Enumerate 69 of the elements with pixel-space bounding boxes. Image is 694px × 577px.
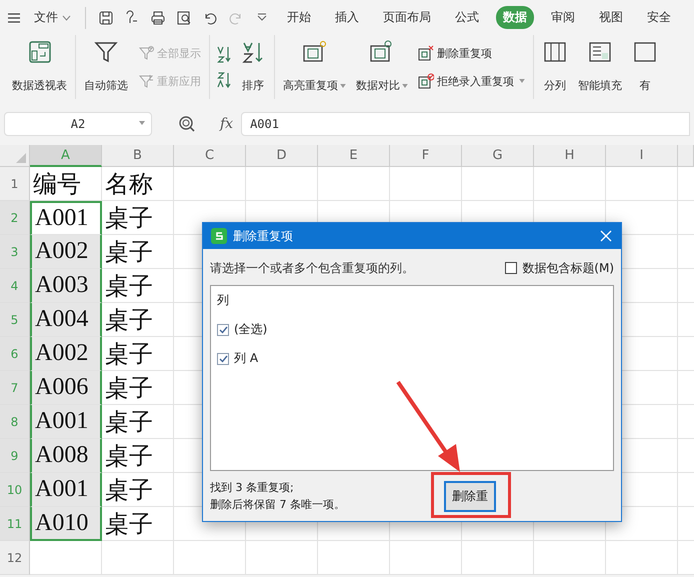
filter-eye-icon [138,45,154,61]
checkmark-icon [218,354,228,362]
table-cell: A003 [30,269,102,303]
sort-ascending-icon[interactable] [216,45,232,63]
list-header: 列 [217,292,230,309]
ribbon-tab[interactable]: 公式 [448,6,486,29]
column-header[interactable]: F [390,145,462,167]
table-cell: A002 [30,235,102,269]
column-header[interactable]: C [174,145,246,167]
ribbon-tab[interactable]: 审阅 [544,6,582,29]
delete-duplicates-button[interactable]: 删除重 [444,480,496,512]
table-cell: A001 [30,201,102,235]
print-preview-icon[interactable] [176,10,192,26]
row-header[interactable]: 12 [0,541,30,575]
app-logo-icon [211,228,227,244]
table-cell: A001 [30,473,102,507]
ribbon-tab[interactable]: 插入 [328,6,366,29]
ribbon-tab[interactable]: 视图 [592,6,630,29]
sort-descending-icon[interactable] [216,71,232,89]
column-header[interactable]: I [606,145,678,167]
corner-triangle-icon [16,153,26,163]
caret-icon[interactable] [402,84,408,88]
table-cell: A008 [30,439,102,473]
save-icon[interactable] [98,10,114,26]
ribbon-button[interactable]: 有 [630,35,660,99]
checkmark-icon [218,326,228,334]
ribbon-button[interactable]: 自动筛选 [82,35,130,99]
ribbon-button[interactable]: 数据透视表 [10,35,69,99]
pivot-table-icon [26,39,52,65]
ribbon-button[interactable]: 拒绝录入重复项 [416,72,527,90]
caret-icon[interactable] [519,79,525,83]
ribbon-tab[interactable]: 安全 [640,6,678,29]
reject-duplicates-icon [418,73,434,89]
ribbon-tab[interactable]: 页面布局 [376,6,438,29]
chevron-icon[interactable] [62,14,71,20]
ribbon-button[interactable]: 删除重复项 [416,44,527,62]
print-icon[interactable] [150,10,166,26]
row-header[interactable]: 1 [0,167,30,201]
delete-duplicates-icon [418,45,434,61]
close-button[interactable] [599,229,613,243]
column-header[interactable]: H [534,145,606,167]
caret-icon[interactable] [340,84,346,88]
ribbon-button[interactable]: 智能填充 [576,35,624,99]
column-header[interactable]: G [462,145,534,167]
ribbon-button[interactable]: 高亮重复项 [281,35,348,99]
ribbon-button[interactable]: 排序 [238,35,268,99]
table-cell: A010 [30,507,102,541]
ribbon-button[interactable]: 分列 [540,35,570,99]
table-cell: A006 [30,371,102,405]
file-menu[interactable]: 文件 [32,7,73,28]
name-box[interactable]: A2 [4,112,152,136]
summary-text: 找到 3 条重复项; 删除后将保留 7 条唯一项。 [210,480,346,513]
column-header[interactable]: B [102,145,174,167]
column-header[interactable]: E [318,145,390,167]
table-cell: A004 [30,303,102,337]
ribbon-button[interactable]: 数据对比 [354,35,410,99]
dialog-title: 删除重复项 [233,228,294,244]
column-checkbox[interactable]: (全选) [217,321,607,338]
filter-refresh-icon [138,73,154,89]
function-button[interactable]: fx [220,116,234,132]
ribbon-tab[interactable]: 数据 [496,6,534,29]
column-checkbox[interactable]: 列 A [217,350,607,367]
column-header[interactable]: D [246,145,318,167]
table-cell: A001 [30,405,102,439]
formula-field[interactable]: A001 [241,112,690,136]
table-cell: A002 [30,337,102,371]
prompt-text: 请选择一个或者多个包含重复项的列。 [210,260,414,276]
header-checkbox[interactable]: 数据包含标题(M) [505,260,614,276]
ribbon-tab[interactable]: 开始 [280,6,318,29]
